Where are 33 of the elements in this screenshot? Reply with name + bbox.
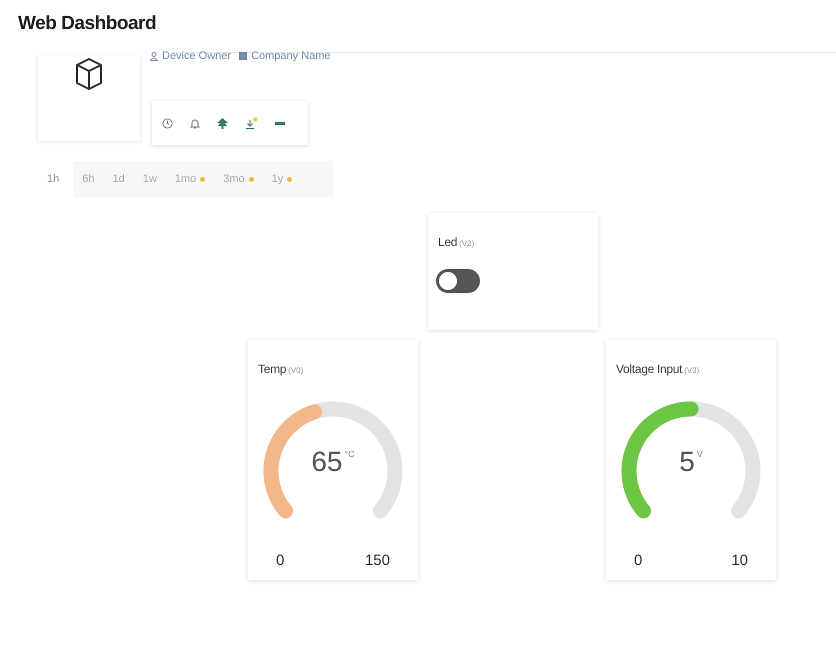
gauge-value: 65 [311,448,343,476]
unit-label: V [696,448,703,461]
time-range-tab[interactable]: 1y [262,161,302,197]
cube-icon [75,57,103,91]
pin-label: (V2) [459,238,474,250]
gauge-min-label: 0 [276,551,284,571]
gauge-value: 5 [679,448,695,476]
pin-label: (V0) [288,365,304,377]
building-icon [239,52,248,60]
time-range-tab[interactable]: 1mo [166,161,214,197]
widget-title: Voltage Input [616,361,682,378]
time-range-tab[interactable]: 1h [33,161,74,197]
gauge-min-label: 0 [634,551,642,571]
page-title: Web Dashboard [18,12,156,36]
gauge-max-label: 10 [731,551,748,571]
company-name-link[interactable]: Company Name [251,48,331,64]
time-range-tab[interactable]: 1w [134,161,166,197]
time-range-tab[interactable]: 6h [73,161,104,197]
device-owner-link[interactable]: Device Owner [162,48,232,64]
unit-label: °C [344,448,355,461]
clock-icon[interactable] [162,118,173,128]
gauge-max-label: 150 [364,551,390,571]
bell-icon[interactable] [190,118,200,128]
time-range-tab[interactable]: 3mo [214,161,263,197]
person-icon [150,52,158,61]
widget-title: Temp [258,361,286,378]
toggle-switch[interactable] [436,269,480,293]
download-icon[interactable] [245,116,258,130]
time-range-tab[interactable]: 1d [104,161,134,197]
widget-title: Led [438,234,458,251]
tree-icon[interactable] [217,118,228,128]
pin-label: (V3) [684,365,700,377]
more-icon[interactable] [275,122,285,124]
